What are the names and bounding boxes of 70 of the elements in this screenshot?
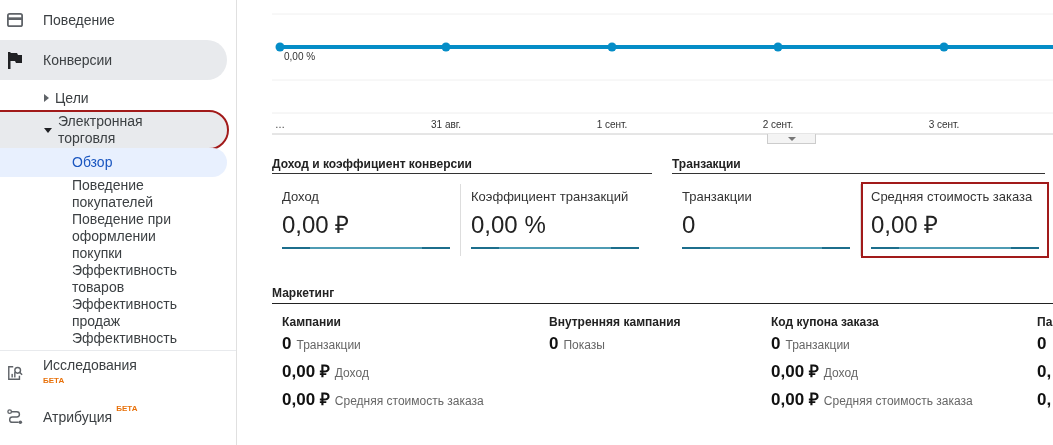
- metric-label: Коэффициент транзакций: [471, 188, 630, 206]
- metric-card[interactable]: Доход 0,00 ₽: [272, 182, 460, 258]
- stat-value: 0: [549, 333, 559, 354]
- stat-value: 0,: [1037, 389, 1052, 410]
- data-label: 0,00 %: [284, 51, 316, 62]
- nav-item[interactable]: Поведение: [0, 0, 227, 40]
- nav-subitem[interactable]: Обзор: [0, 148, 227, 177]
- metric-card[interactable]: Транзакции 0: [672, 182, 860, 258]
- metric-label: Транзакции: [682, 188, 753, 206]
- axis-label: 1 сент.: [596, 119, 628, 130]
- stat-value: 0,00 ₽: [282, 361, 330, 382]
- column-title: Внутренняя кампания: [549, 313, 682, 330]
- stat-label: Средняя стоимость заказа: [334, 393, 484, 410]
- nav-label: Цели: [55, 89, 89, 107]
- nav-subitem[interactable]: Эффективность товаров: [0, 262, 227, 296]
- stat-value: 0,00 ₽: [771, 361, 819, 382]
- caret-down-icon[interactable]: [44, 127, 52, 133]
- nav-item[interactable]: Атрибуция БЕТА: [0, 395, 236, 439]
- nav-subitem[interactable]: Эффективность: [0, 330, 227, 347]
- metric-value: 0: [682, 209, 697, 240]
- flag-icon: [8, 51, 22, 69]
- beta-label: БЕТА: [116, 402, 138, 415]
- nav-subitem[interactable]: Поведение покупателей: [0, 177, 227, 211]
- metric-value: 0,00 %: [471, 209, 547, 240]
- stat-label: Транзакции: [296, 337, 361, 354]
- stat-label: Доход: [823, 365, 858, 382]
- nav-label: Конверсии: [43, 50, 113, 70]
- axis-label: 31 авг.: [431, 119, 461, 130]
- stat-label: Средняя стоимость заказа: [823, 393, 973, 410]
- stat-value: 0,: [1037, 361, 1052, 382]
- route-icon: [7, 408, 23, 426]
- stat-label: Транзакции: [785, 337, 850, 354]
- nav-item[interactable]: Электронная торговля: [0, 112, 227, 148]
- stat-label: Доход: [334, 365, 369, 382]
- metric-label: Средняя стоимость заказа: [871, 188, 1034, 206]
- axis-label: …: [275, 119, 285, 130]
- metric-value: 0,00 ₽: [871, 209, 940, 240]
- beta-label: БЕТА: [43, 375, 66, 387]
- caret-down-icon: [787, 136, 796, 141]
- section-title: Доход и коэффициент конверсии: [272, 157, 652, 174]
- metric-value: 0,00 ₽: [282, 209, 351, 240]
- metric-card[interactable]: Средняя стоимость заказа 0,00 ₽: [861, 182, 1049, 258]
- nav-subitem[interactable]: Поведение при оформлении покупки: [0, 211, 227, 262]
- section-title: Маркетинг: [272, 285, 1053, 304]
- nav-item[interactable]: Исследования БЕТА: [0, 351, 236, 395]
- nav-label: Поведение: [43, 10, 115, 30]
- nav-label: Атрибуция: [43, 407, 113, 427]
- axis-label: 3 сент.: [928, 119, 960, 130]
- stat-value: 0,00 ₽: [771, 389, 819, 410]
- nav-item[interactable]: Конверсии: [0, 40, 227, 80]
- nav-item[interactable]: Цели: [0, 84, 227, 112]
- stat-value: 0: [771, 333, 781, 354]
- stat-label: Показы: [563, 337, 605, 354]
- section-title: Транзакции: [672, 157, 1045, 174]
- expand-tab[interactable]: [767, 134, 816, 144]
- column-title: Код купона заказа: [771, 313, 880, 330]
- column-title: Па: [1037, 313, 1053, 330]
- column-title: Кампании: [282, 313, 342, 330]
- window-icon: [7, 12, 23, 28]
- stat-value: 0: [1037, 333, 1047, 354]
- axis-label: 2 сент.: [762, 119, 794, 130]
- report-search-icon: [7, 364, 23, 382]
- metric-card[interactable]: Коэффициент транзакций 0,00 %: [461, 182, 649, 258]
- nav-subitem[interactable]: Эффективность продаж: [0, 296, 227, 330]
- nav-label: Электронная торговля: [58, 113, 144, 147]
- metric-label: Доход: [282, 188, 320, 206]
- nav-label: Исследования: [43, 358, 137, 373]
- stat-value: 0,00 ₽: [282, 389, 330, 410]
- stat-value: 0: [282, 333, 292, 354]
- caret-right-icon[interactable]: [44, 94, 49, 102]
